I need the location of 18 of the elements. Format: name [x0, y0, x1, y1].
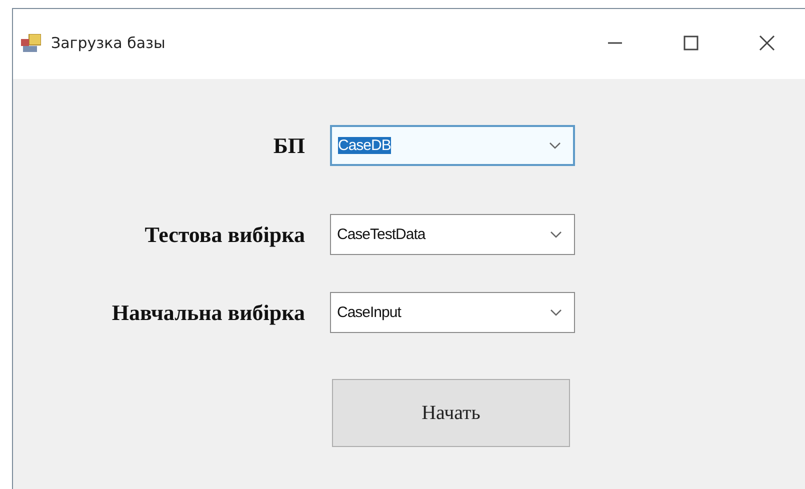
field-label: Тестова вибірка [144, 222, 305, 248]
chevron-icon [549, 142, 561, 150]
dropdown-value: CaseDB [338, 137, 391, 154]
minimize-icon [608, 42, 622, 44]
dropdown-field[interactable]: CaseTestData [330, 214, 575, 255]
dropdown-value: CaseInput [337, 304, 401, 321]
field-label: Навчальна вибірка [110, 300, 305, 326]
maximize-icon [682, 34, 700, 52]
window-title: Загрузка базы [51, 34, 166, 52]
app-icon [21, 34, 41, 52]
chevron-icon [550, 230, 562, 238]
dropdown-value: CaseTestData [337, 226, 426, 243]
field-label: БП [272, 132, 305, 158]
chevron-icon [550, 308, 562, 316]
start-button[interactable]: Начать [332, 379, 570, 447]
dropdown-field[interactable]: CaseInput [330, 292, 575, 333]
dropdown-field[interactable]: CaseDB [330, 125, 575, 166]
close-icon [758, 34, 776, 52]
